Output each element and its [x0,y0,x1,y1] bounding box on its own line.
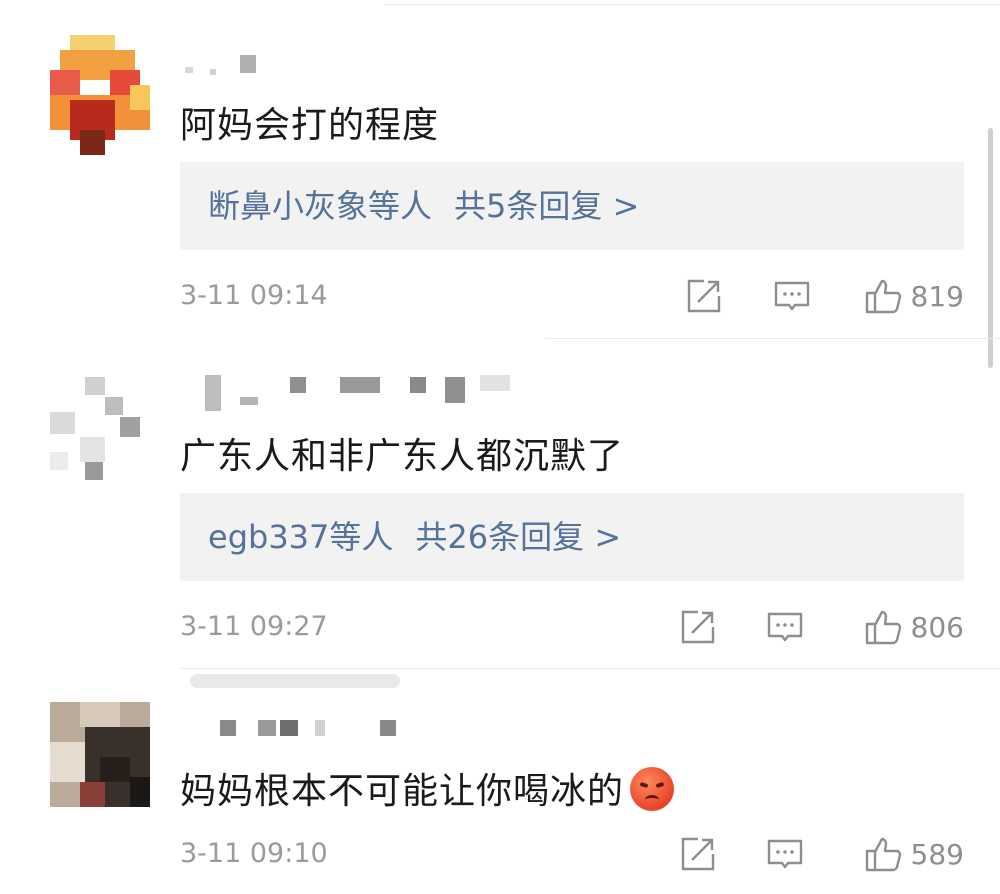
comment-icon[interactable] [765,834,805,874]
comment-meta: 3-11 09:10 589 [180,834,964,874]
comment-meta: 3-11 09:27 806 [180,607,964,647]
like-button[interactable]: 819 [863,276,964,316]
comment-meta: 3-11 09:14 819 [180,276,964,316]
comment-divider [545,338,1000,339]
comment-text: 广东人和非广东人都沉默了 [180,436,625,477]
reply-box[interactable]: egb337等人 共26条回复 > [180,493,964,581]
top-divider [385,4,1000,5]
comment-text-body: 妈妈根本不可能让你喝冰的 [180,771,625,812]
thumbs-up-icon [863,834,903,874]
reply-users: egb337等人 [208,518,394,556]
avatar[interactable] [50,35,155,155]
chevron-right-icon: > [594,518,622,556]
comment-text: 妈妈根本不可能让你喝冰的 ✦ [180,762,675,814]
view-replies-link[interactable]: 断鼻小灰象等人 共5条回复 > [208,162,639,250]
blurred-overlay [190,674,400,688]
reply-count: 共5条回复 [454,187,603,225]
like-count: 819 [910,279,964,313]
avatar[interactable] [50,702,155,822]
scrollbar[interactable] [988,128,993,368]
like-button[interactable]: 589 [863,834,964,874]
angry-face-emoji: ✦ [630,763,675,811]
reply-box[interactable]: 断鼻小灰象等人 共5条回复 > [180,162,964,250]
like-count: 806 [910,610,964,644]
comment-icon[interactable] [765,607,805,647]
timestamp: 3-11 09:27 [180,611,328,642]
timestamp: 3-11 09:14 [180,280,328,311]
comment-icon[interactable] [772,276,812,316]
reply-count: 共26条回复 [415,518,585,556]
avatar[interactable] [50,377,155,497]
comment-divider [180,668,1000,669]
like-count: 589 [910,837,964,871]
like-button[interactable]: 806 [863,607,964,647]
share-icon[interactable] [684,276,724,316]
comment-text: 阿妈会打的程度 [180,105,440,146]
share-icon[interactable] [678,607,718,647]
timestamp: 3-11 09:10 [180,838,328,869]
chevron-right-icon: > [612,187,640,225]
view-replies-link[interactable]: egb337等人 共26条回复 > [208,493,621,581]
thumbs-up-icon [863,276,903,316]
reply-users: 断鼻小灰象等人 [208,187,433,225]
share-icon[interactable] [678,834,718,874]
thumbs-up-icon [863,607,903,647]
